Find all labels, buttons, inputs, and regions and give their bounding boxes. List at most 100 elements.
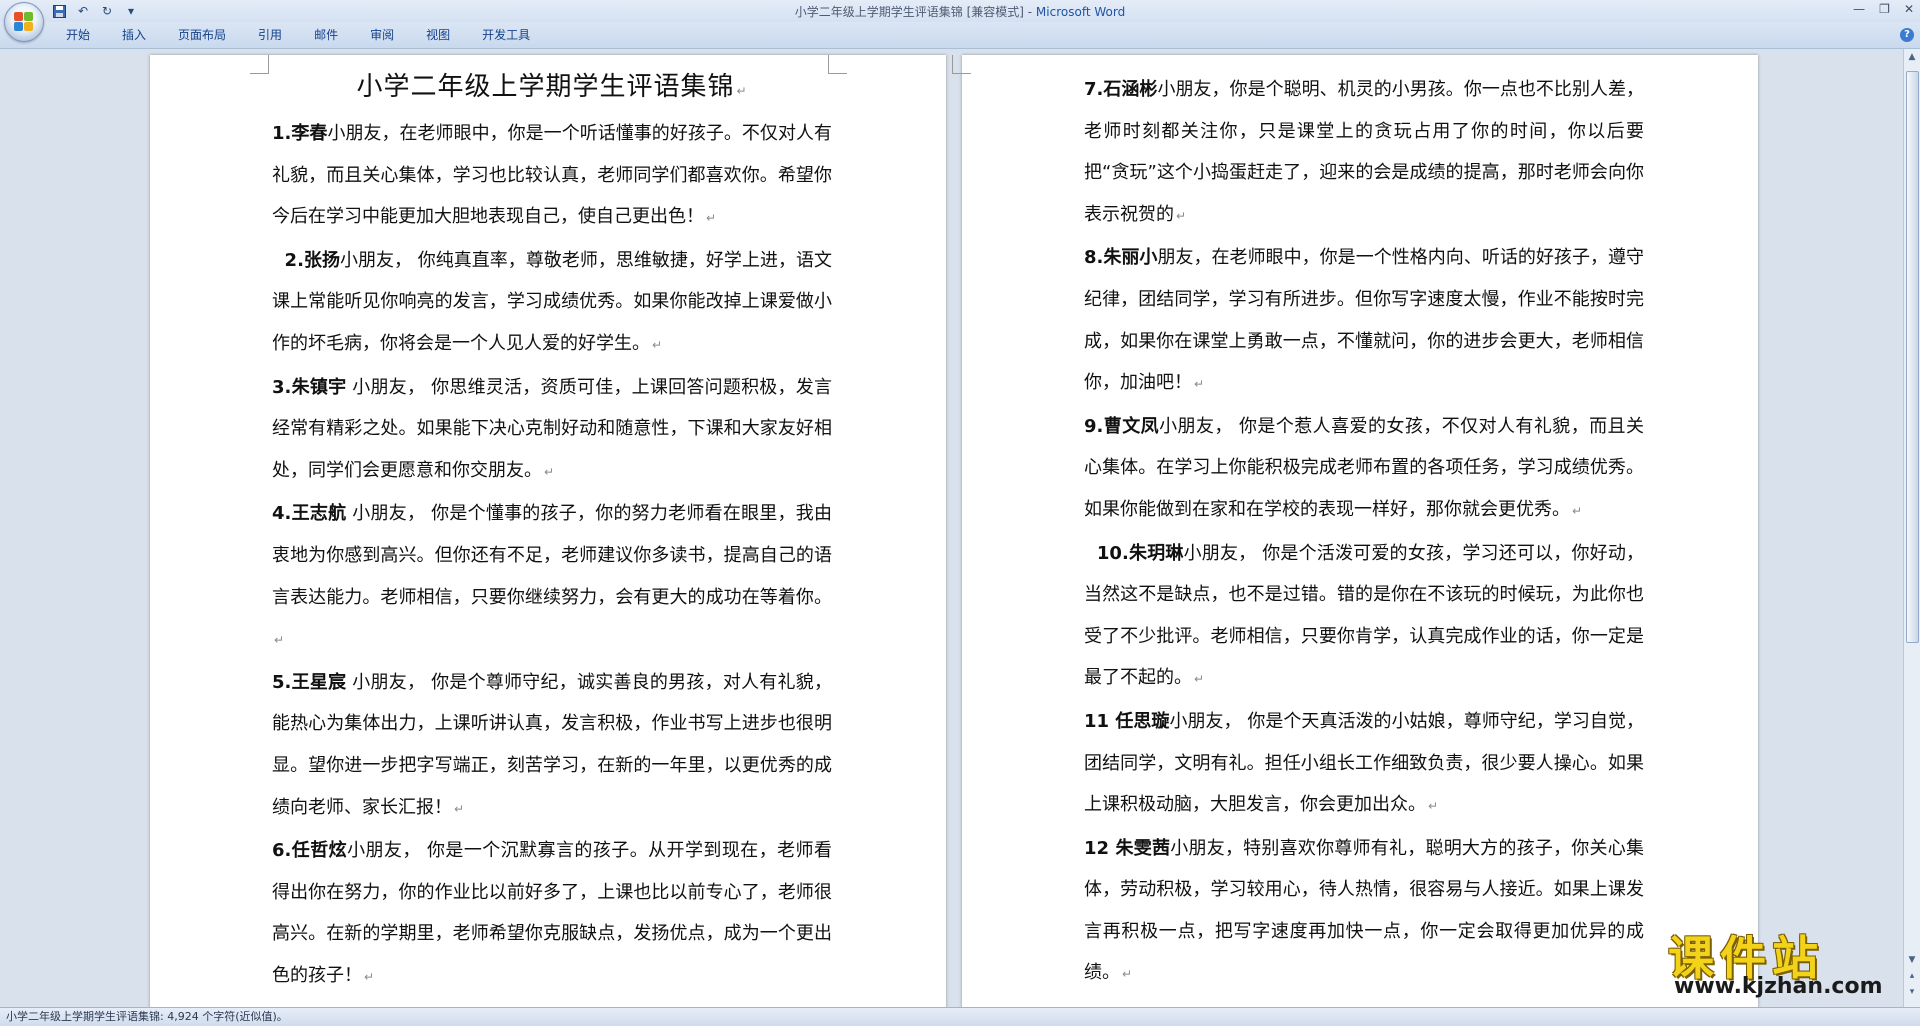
paragraph-mark-icon: ↵ (274, 633, 285, 648)
student-name-text: 朱丽小 (1103, 247, 1158, 269)
paragraph-mark-icon: ↵ (364, 969, 375, 984)
document-title: 小学二年级上学期学生评语集锦 ↵ (356, 72, 748, 102)
comment-text: 小朋友， 你是个懂事的孩子，你的努力老师看在眼里，我由衷地为你感到高兴。但你还有… (272, 503, 832, 608)
paragraph-mark-icon: ↵ (1428, 799, 1439, 814)
restore-icon[interactable]: ❐ (1879, 2, 1890, 16)
document-page-1[interactable]: 小学二年级上学期学生评语集锦 ↵ 1.李春小朋友，在老师眼中，你是一个听话懂事的好… (150, 55, 946, 1007)
comment-text: 小朋友， 你是个尊师守纪，诚实善良的男孩，对人有礼貌，能热心为集体出力，上课听讲… (272, 671, 832, 818)
margin-corner-mark (250, 55, 269, 74)
student-name: 1.李春 (272, 123, 327, 144)
next-page-icon[interactable]: ▾ (1907, 987, 1917, 999)
comment-text: 小朋友，特别喜欢你尊师有礼，聪明大方的孩子，你关心集体，劳动积极，学习较用心，待… (1084, 837, 1644, 984)
page-1-entries: 1.李春小朋友，在老师眼中，你是一个听话懂事的好孩子。不仅对人有礼貌，而且关心集… (272, 113, 832, 998)
tab-mailings[interactable]: 邮件 (298, 27, 354, 43)
entry-number: 6. (272, 840, 292, 862)
document-page-2[interactable]: 7.石涵彬小朋友，你是个聪明、机灵的小男孩。你一点也不比别人差，老师时刻都关注你… (952, 55, 1758, 1007)
entry-number: 10. (1084, 542, 1129, 564)
entry-number: 12 (1084, 837, 1116, 859)
student-name-text: 任思璇 (1115, 710, 1170, 732)
student-name-text: 石涵彬 (1103, 79, 1158, 100)
comment-paragraph: 12 朱雯茜小朋友，特别喜欢你尊师有礼，聪明大方的孩子，你关心集体，劳动积极，学… (1084, 828, 1644, 996)
comment-paragraph: 11 任思璇小朋友， 你是个天真活泼的小姑娘，尊师守纪，学习自觉，团结同学，文明… (1084, 701, 1644, 828)
status-word-count[interactable]: 小学二年级上学期学生评语集锦: 4,924 个字符(近似值)。 (6, 1008, 288, 1026)
page-1-content: 小学二年级上学期学生评语集锦 ↵ 1.李春小朋友，在老师眼中，你是一个听话懂事的好… (272, 67, 832, 998)
student-name: 2.张扬 (272, 250, 340, 271)
tab-references[interactable]: 引用 (242, 27, 298, 43)
comment-text: 小朋友，在老师眼中，你是一个听话懂事的好孩子。不仅对人有礼貌，而且关心集体，学习… (272, 123, 832, 228)
office-button[interactable] (4, 2, 44, 42)
comment-paragraph: 9.曹文凤小朋友， 你是个惹人喜爱的女孩，不仅对人有礼貌，而且关心集体。在学习上… (1084, 406, 1644, 533)
scrollbar-thumb[interactable] (1906, 71, 1919, 643)
tab-home[interactable]: 开始 (50, 27, 106, 43)
ribbon-tabs: 开始 插入 页面布局 引用 邮件 审阅 视图 开发工具 ? (0, 22, 1920, 49)
comment-text: 朋友，在老师眼中，你是一个性格内向、听话的好孩子，遵守纪律，团结同学，学习有所进… (1084, 247, 1645, 394)
entry-number: 5. (272, 671, 292, 693)
student-name: 5.王星宸 (272, 672, 346, 693)
student-name: 8.朱丽小 (1084, 247, 1157, 268)
scroll-down-icon[interactable]: ▼ (1907, 955, 1917, 967)
comment-paragraph: 7.石涵彬小朋友，你是个聪明、机灵的小男孩。你一点也不比别人差，老师时刻都关注你… (1084, 69, 1644, 237)
page-2-entries: 7.石涵彬小朋友，你是个聪明、机灵的小男孩。你一点也不比别人差，老师时刻都关注你… (1084, 69, 1644, 996)
document-area[interactable]: 小学二年级上学期学生评语集锦 ↵ 1.李春小朋友，在老师眼中，你是一个听话懂事的好… (0, 49, 1904, 1007)
comment-paragraph: 10.朱玥琳小朋友， 你是个活泼可爱的女孩，学习还可以，你好动，当然这不是缺点，… (1084, 533, 1644, 701)
office-logo-icon (14, 12, 34, 32)
comment-text: 小朋友， 你是一个沉默寡言的孩子。从开学到现在，老师看得出你在努力，你的作业比以… (272, 840, 832, 986)
student-name-text: 任哲炫 (291, 840, 348, 862)
vertical-scrollbar[interactable]: ▲ ▼ ▴ ▾ (1903, 49, 1920, 1007)
comment-paragraph: 1.李春小朋友，在老师眼中，你是一个听话懂事的好孩子。不仅对人有礼貌，而且关心集… (272, 113, 832, 240)
window-title-app: Microsoft Word (1035, 5, 1126, 19)
student-name-text: 李春 (291, 123, 328, 144)
student-name: 7.石涵彬 (1084, 79, 1157, 100)
student-name: 12 朱雯茜 (1084, 838, 1170, 859)
student-name: 9.曹文凤 (1084, 416, 1159, 437)
close-icon[interactable]: ✕ (1904, 2, 1914, 16)
paragraph-mark-icon: ↵ (544, 464, 555, 479)
comment-paragraph: 2.张扬小朋友， 你纯真直率，尊敬老师，思维敏捷，好学上进，语文课上常能听见你响… (272, 240, 832, 367)
window-title: 小学二年级上学期学生评语集锦 [兼容模式] - Microsoft Word (0, 3, 1920, 20)
scroll-up-icon[interactable]: ▲ (1907, 52, 1917, 64)
tab-review[interactable]: 审阅 (354, 27, 410, 43)
comment-text: 小朋友， 你纯真直率，尊敬老师，思维敏捷，好学上进，语文课上常能听见你响亮的发言… (272, 249, 832, 354)
comment-paragraph: 6.任哲炫小朋友， 你是一个沉默寡言的孩子。从开学到现在，老师看得出你在努力，你… (272, 830, 832, 998)
paragraph-mark-icon: ↵ (1194, 672, 1205, 687)
paragraph-mark-icon: ↵ (454, 801, 465, 816)
window-controls: — ❐ ✕ (1853, 2, 1914, 16)
help-icon[interactable]: ? (1900, 28, 1914, 42)
watermark-url-text: www.kjzhan.com (1674, 974, 1883, 999)
title-bar: ↶ ↻ ▾ 小学二年级上学期学生评语集锦 [兼容模式] - Microsoft … (0, 0, 1920, 42)
student-name-text: 朱玥琳 (1128, 542, 1184, 564)
comment-text: 小朋友， 你是个惹人喜爱的女孩，不仅对人有礼貌，而且关心集体。在学习上你能积极完… (1084, 415, 1644, 520)
entry-number: 1. (272, 123, 292, 144)
student-name: 11 任思璇 (1084, 711, 1169, 732)
student-name: 4.王志航 (272, 503, 346, 524)
tab-page-layout[interactable]: 页面布局 (162, 27, 242, 43)
student-name-text: 朱镇宇 (291, 376, 347, 398)
tab-insert[interactable]: 插入 (106, 27, 162, 43)
paragraph-mark-icon: ↵ (1122, 967, 1133, 982)
ribbon-tab-list: 开始 插入 页面布局 引用 邮件 审阅 视图 开发工具 (50, 27, 546, 43)
window-title-document: 小学二年级上学期学生评语集锦 [兼容模式] - (794, 5, 1036, 19)
margin-corner-mark (952, 55, 971, 74)
student-name-text: 朱雯茜 (1115, 837, 1171, 859)
entry-number: 3. (272, 376, 292, 398)
tab-developer[interactable]: 开发工具 (466, 27, 546, 43)
previous-page-icon[interactable]: ▴ (1907, 971, 1917, 983)
paragraph-mark-icon: ↵ (706, 211, 717, 226)
student-name-text: 曹文凤 (1103, 415, 1160, 437)
entry-number: 11 (1084, 710, 1116, 732)
page-2-content: 7.石涵彬小朋友，你是个聪明、机灵的小男孩。你一点也不比别人差，老师时刻都关注你… (1084, 69, 1644, 996)
student-name: 10.朱玥琳 (1084, 543, 1184, 564)
entry-number: 8. (1084, 247, 1104, 269)
student-name-text: 王志航 (291, 503, 347, 525)
status-bar: 小学二年级上学期学生评语集锦: 4,924 个字符(近似值)。 (0, 1007, 1920, 1026)
paragraph-mark-icon: ↵ (1572, 503, 1583, 518)
tab-view[interactable]: 视图 (410, 27, 466, 43)
minimize-icon[interactable]: — (1853, 2, 1865, 16)
entry-number: 2. (272, 249, 304, 271)
entry-number: 7. (1084, 79, 1104, 100)
student-name-text: 王星宸 (291, 671, 347, 693)
comment-paragraph: 8.朱丽小朋友，在老师眼中，你是一个性格内向、听话的好孩子，遵守纪律，团结同学，… (1084, 237, 1644, 405)
paragraph-mark-icon: ↵ (1176, 208, 1187, 223)
student-name: 3.朱镇宇 (272, 377, 346, 398)
paragraph-mark-icon: ↵ (1194, 377, 1205, 392)
